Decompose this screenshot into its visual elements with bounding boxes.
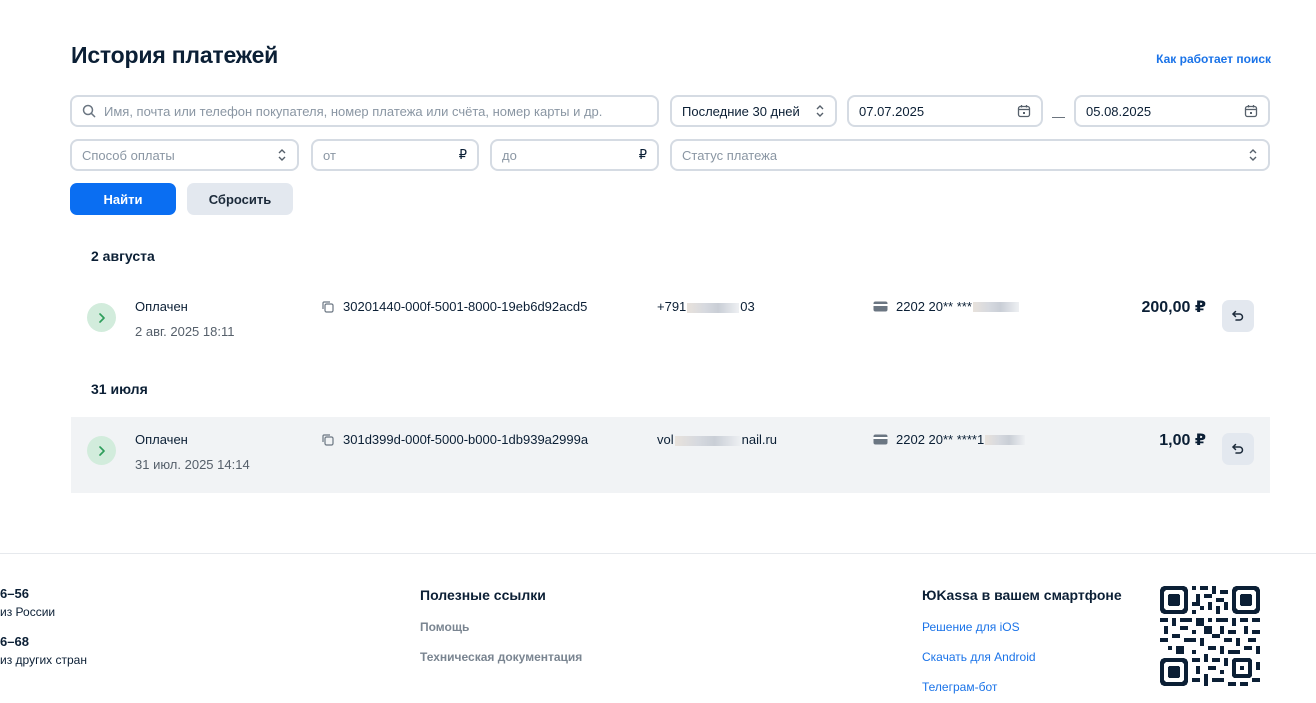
return-arrow-icon	[1232, 443, 1244, 454]
buyer-contact-start: +791	[657, 299, 687, 314]
payment-method-select[interactable]: Способ оплаты	[70, 139, 299, 171]
payment-row[interactable]: Оплачен 2 авг. 2025 18:11 30201440-000f-…	[71, 284, 1270, 360]
ios-solution-link[interactable]: Решение для iOS	[922, 620, 1020, 634]
masked-data	[674, 435, 741, 446]
footer-divider	[0, 553, 1316, 554]
date-group-heading: 2 августа	[91, 248, 155, 264]
amount-from-input[interactable]: от ₽	[311, 139, 479, 171]
masked-data	[687, 302, 740, 313]
expand-payment-button[interactable]	[87, 436, 116, 465]
help-link[interactable]: Помощь	[420, 620, 469, 634]
card-number: 2202 20** ***	[896, 299, 972, 314]
payment-method-placeholder: Способ оплаты	[82, 147, 175, 163]
mobile-title: ЮKassa в вашем смартфоне	[922, 587, 1122, 603]
footer-phone-abroad-note: из других стран	[0, 653, 87, 667]
bank-card-icon	[873, 434, 888, 445]
tech-docs-link[interactable]: Техническая документация	[420, 650, 582, 664]
buyer-contact: vol nail.ru	[657, 432, 777, 447]
refund-button[interactable]	[1222, 300, 1254, 332]
page-title: История платежей	[71, 42, 279, 68]
date-from-field[interactable]: 07.07.2025	[847, 95, 1043, 127]
card-cell: 2202 20** ****1	[873, 432, 1026, 447]
payment-status: Оплачен	[135, 432, 188, 447]
buyer-contact: +791 03	[657, 299, 755, 314]
masked-data	[985, 434, 1026, 445]
calendar-icon	[1244, 104, 1258, 118]
calendar-icon	[1017, 104, 1031, 118]
chevron-up-down-icon	[815, 104, 825, 118]
ruble-sign: ₽	[458, 147, 467, 162]
payment-amount: 1,00 ₽	[1159, 432, 1206, 449]
search-icon	[82, 104, 96, 118]
masked-data	[972, 301, 1019, 312]
search-input[interactable]: Имя, почта или телефон покупателя, номер…	[70, 95, 659, 127]
date-group-heading: 31 июля	[91, 381, 148, 397]
payment-row[interactable]: Оплачен 31 июл. 2025 14:14 301d399d-000f…	[71, 417, 1270, 493]
footer-phone-russia[interactable]: 6–56	[0, 586, 29, 601]
chevron-right-icon	[98, 312, 105, 323]
footer-phone-abroad[interactable]: 6–68	[0, 634, 29, 649]
bank-card-icon	[873, 301, 888, 312]
qr-code-icon	[1160, 586, 1260, 686]
copy-icon[interactable]	[321, 433, 335, 447]
expand-payment-button[interactable]	[87, 303, 116, 332]
payment-id: 301d399d-000f-5000-b000-1db939a2999a	[343, 432, 589, 447]
payment-status-select[interactable]: Статус платежа	[670, 139, 1270, 171]
telegram-bot-link[interactable]: Телеграм-бот	[922, 680, 997, 694]
chevron-right-icon	[98, 445, 105, 456]
reset-button[interactable]: Сбросить	[187, 183, 293, 215]
buyer-contact-end: nail.ru	[741, 432, 778, 447]
refund-button[interactable]	[1222, 433, 1254, 465]
payment-datetime: 2 авг. 2025 18:11	[135, 324, 235, 339]
period-select[interactable]: Последние 30 дней	[670, 95, 837, 127]
payment-status-placeholder: Статус платежа	[682, 147, 778, 163]
card-cell: 2202 20** ***	[873, 299, 1020, 314]
return-arrow-icon	[1232, 310, 1244, 321]
copy-icon[interactable]	[321, 300, 335, 314]
chevron-up-down-icon	[1248, 148, 1258, 162]
useful-links-title: Полезные ссылки	[420, 587, 546, 603]
date-range-separator: —	[1052, 109, 1065, 124]
android-download-link[interactable]: Скачать для Android	[922, 650, 1036, 664]
date-to-field[interactable]: 05.08.2025	[1074, 95, 1270, 127]
amount-to-placeholder: до	[502, 147, 517, 163]
find-button[interactable]: Найти	[70, 183, 176, 215]
buyer-contact-end: 03	[740, 299, 755, 314]
payment-id-cell: 301d399d-000f-5000-b000-1db939a2999a	[321, 432, 588, 447]
how-search-works-link[interactable]: Как работает поиск	[1156, 52, 1271, 66]
date-to-value: 05.08.2025	[1086, 103, 1152, 119]
payment-status: Оплачен	[135, 299, 188, 314]
amount-to-input[interactable]: до ₽	[490, 139, 659, 171]
date-from-value: 07.07.2025	[859, 103, 925, 119]
period-value: Последние 30 дней	[682, 103, 800, 119]
amount-from-placeholder: от	[323, 147, 336, 163]
chevron-up-down-icon	[277, 148, 287, 162]
search-placeholder: Имя, почта или телефон покупателя, номер…	[104, 103, 603, 119]
payment-id-cell: 30201440-000f-5001-8000-19eb6d92acd5	[321, 299, 587, 314]
card-number: 2202 20** ****1	[896, 432, 985, 447]
payment-id: 30201440-000f-5001-8000-19eb6d92acd5	[343, 299, 588, 314]
footer-phone-russia-note: из России	[0, 605, 56, 619]
buyer-contact-start: vol	[657, 432, 674, 447]
payment-amount: 200,00 ₽	[1141, 299, 1206, 316]
ruble-sign: ₽	[638, 147, 647, 162]
payment-datetime: 31 июл. 2025 14:14	[135, 457, 250, 472]
